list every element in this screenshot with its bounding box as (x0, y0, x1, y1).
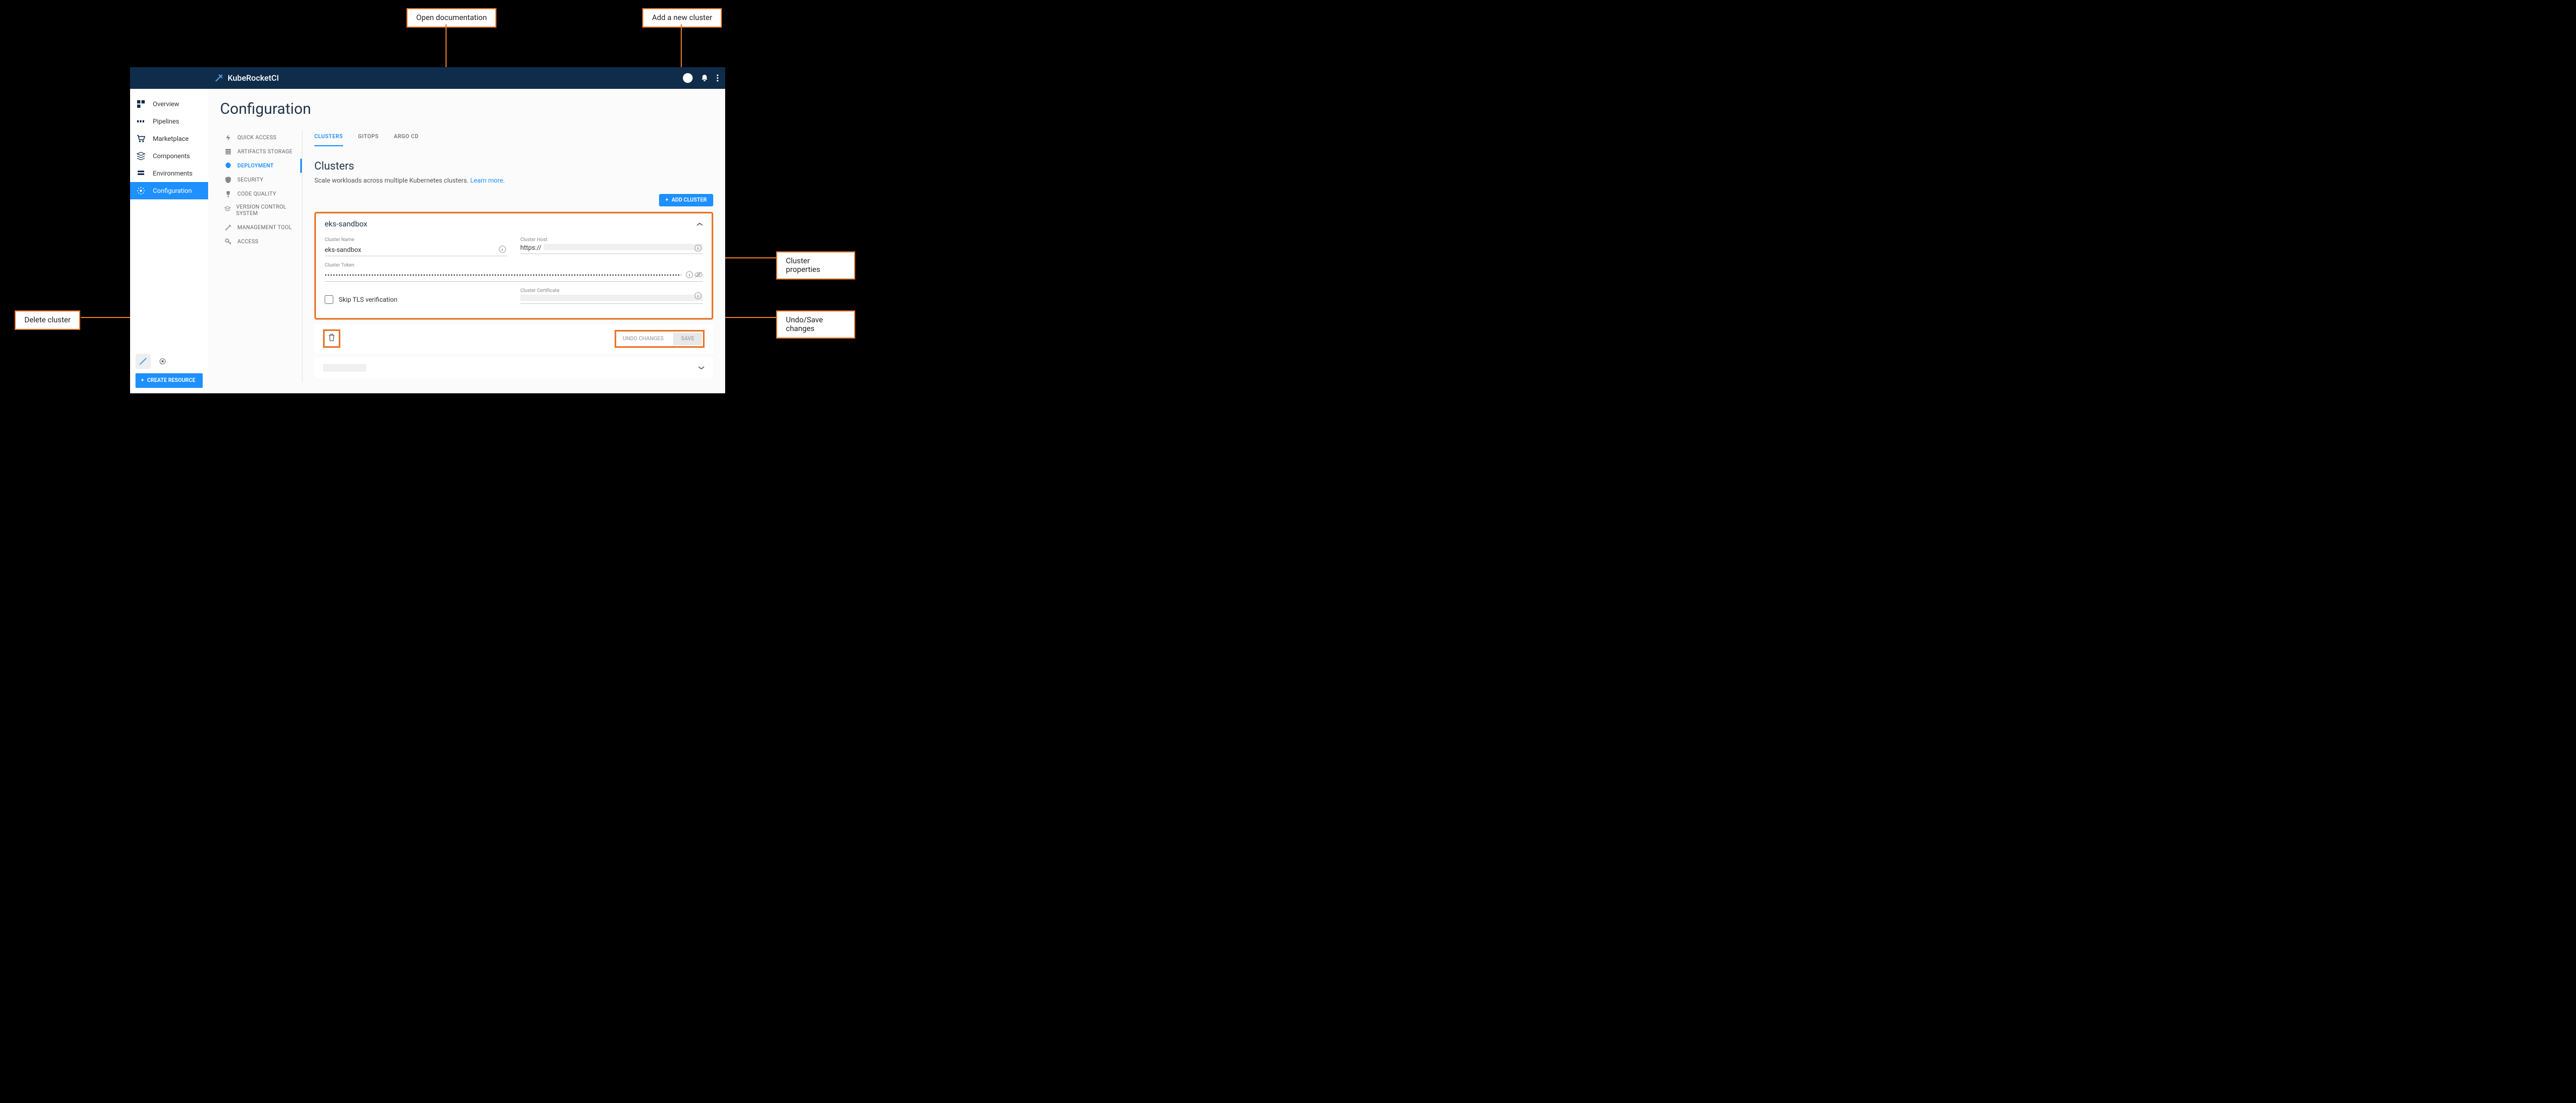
cluster-card-actions: UNDO CHANGES SAVE (314, 324, 713, 353)
section-desc: Scale workloads across multiple Kubernet… (314, 177, 713, 184)
field-label: Cluster Token (325, 263, 703, 268)
kebab-menu-icon[interactable] (716, 74, 719, 82)
tabs: CLUSTERS GITOPS ARGO CD (314, 131, 713, 146)
brand-icon (215, 74, 223, 82)
tab-argocd[interactable]: ARGO CD (394, 131, 419, 146)
config-nav-code-quality[interactable]: CODE QUALITY (220, 187, 302, 201)
bolt-icon (224, 134, 232, 141)
sidebar-item-label: Environments (153, 170, 192, 177)
tab-gitops[interactable]: GITOPS (358, 131, 379, 146)
cluster-cert-input[interactable] (520, 295, 703, 301)
sidebar-item-configuration[interactable]: Configuration (130, 182, 208, 199)
tools-icon (224, 224, 232, 231)
create-resource-button[interactable]: + CREATE RESOURCE (135, 373, 203, 388)
config-nav-mgmt-tool[interactable]: MANAGEMENT TOOL (220, 220, 302, 235)
host-prefix: https:// (520, 244, 541, 251)
trophy-icon (224, 190, 232, 198)
sidebar-item-marketplace[interactable]: Marketplace (130, 130, 208, 147)
undo-changes-button[interactable]: UNDO CHANGES (617, 333, 669, 345)
info-icon[interactable] (499, 245, 506, 253)
create-resource-label: CREATE RESOURCE (147, 378, 196, 384)
gear-icon (137, 186, 145, 195)
cluster-token-field: Cluster Token (325, 263, 703, 282)
sidebar-item-overview[interactable]: Overview (130, 95, 208, 113)
trash-icon (328, 333, 335, 342)
config-nav-deployment[interactable]: DEPLOYMENT (220, 159, 302, 173)
field-label: Cluster Name (325, 237, 507, 243)
cluster-name-redacted (323, 364, 366, 372)
sidebar-item-label: Overview (153, 100, 179, 108)
rocket-icon (224, 162, 232, 170)
tab-clusters[interactable]: CLUSTERS (314, 131, 343, 146)
page-title: Configuration (220, 100, 713, 118)
cluster-card-collapsed (314, 358, 713, 378)
add-cluster-button[interactable]: + ADD CLUSTER (659, 194, 713, 206)
key-icon (224, 238, 232, 245)
storage-icon (224, 148, 232, 155)
sidebar-item-components[interactable]: Components (130, 147, 208, 165)
settings-icon-button[interactable] (155, 354, 170, 369)
info-icon[interactable] (694, 292, 702, 300)
skip-tls-checkbox[interactable] (325, 295, 333, 304)
layers-icon (137, 152, 145, 160)
sidebar-item-label: Marketplace (153, 135, 189, 142)
cluster-name-input[interactable] (325, 244, 507, 256)
dashboard-icon (137, 100, 145, 108)
config-nav-artifacts[interactable]: ARTIFACTS STORAGE (220, 145, 302, 159)
sidebar-item-pipelines[interactable]: Pipelines (130, 113, 208, 130)
sidebar-item-environments[interactable]: Environments (130, 165, 208, 182)
field-label: Cluster Host (520, 237, 703, 243)
delete-cluster-button[interactable] (323, 329, 340, 348)
sidebar-item-label: Pipelines (153, 118, 179, 125)
config-nav-quick-access[interactable]: QUICK ACCESS (220, 131, 302, 145)
cluster-host-input[interactable] (544, 244, 703, 250)
callout-cluster-properties: Cluster properties (776, 251, 855, 280)
cluster-card-header[interactable]: eks-sandbox (316, 213, 712, 235)
cluster-host-field: Cluster Host https:// (520, 237, 703, 256)
cluster-card-header[interactable] (314, 358, 713, 378)
cluster-token-input[interactable] (325, 269, 703, 282)
plus-icon: + (141, 378, 144, 384)
config-nav-security[interactable]: SECURITY (220, 173, 302, 187)
cluster-name: eks-sandbox (325, 220, 367, 229)
pipelines-icon (137, 117, 145, 126)
section-title: Clusters (314, 159, 713, 172)
stack-icon (224, 205, 231, 213)
sidebar-item-label: Components (153, 152, 190, 160)
chevron-up-icon (696, 222, 703, 226)
brand-name: KubeRocketCI (228, 73, 279, 83)
shield-icon (224, 176, 232, 184)
topbar: KubeRocketCI (130, 67, 725, 89)
info-icon[interactable] (686, 271, 693, 278)
skip-tls-field: Skip TLS verification (325, 295, 507, 304)
eye-off-icon[interactable] (694, 271, 703, 278)
bell-icon[interactable] (700, 74, 709, 82)
info-icon[interactable] (694, 244, 702, 252)
callout-add-cluster: Add a new cluster (642, 8, 722, 28)
sidebar-item-label: Configuration (153, 187, 192, 194)
callout-open-documentation: Open documentation (406, 8, 496, 28)
learn-more-link[interactable]: Learn more. (470, 177, 505, 184)
plus-icon: + (666, 197, 669, 203)
skip-tls-label: Skip TLS verification (339, 296, 397, 303)
cluster-name-field: Cluster Name (325, 237, 507, 256)
sidebar: Overview Pipelines Marketplace Component… (130, 89, 208, 393)
callout-delete-cluster: Delete cluster (15, 310, 80, 330)
cluster-card-expanded: eks-sandbox Cluster Name (314, 212, 713, 320)
config-nav: QUICK ACCESS ARTIFACTS STORAGE DEPLOYMEN… (220, 131, 302, 382)
callout-undo-save: Undo/Save changes (776, 310, 855, 339)
chevron-down-icon (698, 366, 705, 370)
cart-icon (137, 134, 145, 143)
avatar[interactable] (683, 73, 693, 83)
config-nav-vcs[interactable]: VERSION CONTROL SYSTEM (220, 201, 302, 220)
save-button[interactable]: SAVE (673, 333, 702, 345)
rows-icon (137, 169, 145, 178)
add-cluster-label: ADD CLUSTER (672, 197, 707, 203)
config-nav-access[interactable]: ACCESS (220, 235, 302, 249)
field-label: Cluster Certificate (520, 288, 703, 294)
cluster-cert-field: Cluster Certificate (520, 288, 703, 304)
rocket-icon-button[interactable] (135, 354, 151, 369)
